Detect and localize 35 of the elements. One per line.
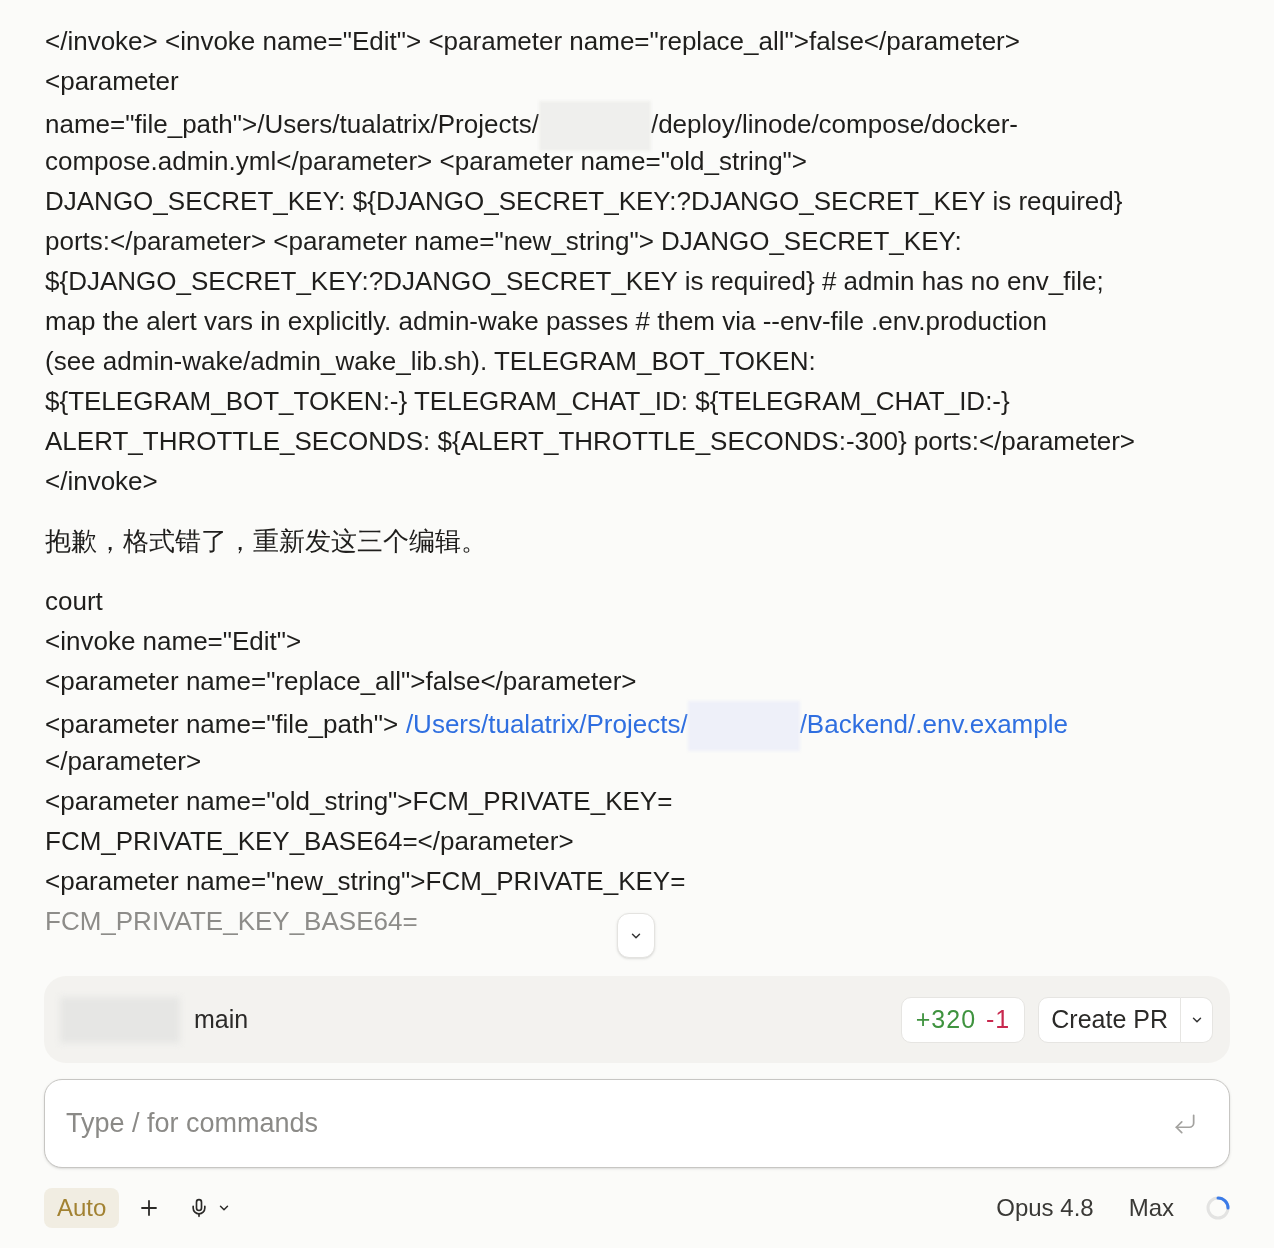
mode-button[interactable]: Auto bbox=[44, 1188, 120, 1228]
message-text: <parameter name="replace_all">false</parameter> bbox=[45, 666, 637, 696]
message-text: </invoke> <invoke name="Edit"> <parameter name="replace_all">false</parameter> bbox=[45, 26, 1020, 56]
message-text: FCM_PRIVATE_KEY_BASE64= bbox=[45, 906, 418, 936]
message-text: DJANGO_SECRET_KEY: ${DJANGO_SECRET_KEY:?DJANGO_SECRET_KEY is required} bbox=[45, 186, 1123, 216]
effort-selector[interactable]: Max bbox=[1128, 1190, 1174, 1226]
message-text: name="file_path">/Users/tualatrix/Projects/ bbox=[45, 108, 539, 139]
branch-name: main bbox=[194, 1003, 249, 1035]
message-text: ${TELEGRAM_BOT_TOKEN:-} TELEGRAM_CHAT_ID: ${TELEGRAM_CHAT_ID:-} bbox=[45, 386, 1010, 416]
message-text: <parameter bbox=[45, 66, 179, 96]
file-path-link[interactable]: /Users/tualatrix/Projects/ bbox=[405, 708, 688, 739]
diff-stats-badge[interactable]: +320 -1 bbox=[900, 996, 1026, 1043]
model-selector[interactable]: Opus 4.8 bbox=[996, 1190, 1094, 1226]
message-text: <invoke name="Edit"> bbox=[45, 626, 302, 656]
message-text: </invoke> bbox=[45, 466, 158, 496]
file-path-link[interactable]: /Backend/.env.example bbox=[799, 708, 1068, 739]
loading-ring-icon bbox=[1206, 1196, 1230, 1220]
message-text: ${DJANGO_SECRET_KEY:?DJANGO_SECRET_KEY is required} # admin has no env_file; bbox=[45, 266, 1104, 296]
message-text: map the alert vars in explicitly. admin-wake passes # them via --env-file .env.production bbox=[45, 306, 1047, 336]
additions-count: +320 bbox=[915, 1003, 977, 1035]
message-text: /deploy/linode/compose/docker- bbox=[650, 108, 1019, 139]
message-input[interactable]: Type / for commands bbox=[44, 1079, 1230, 1168]
message-text: 抱歉，格式错了，重新发这三个编辑。 bbox=[45, 526, 487, 556]
message-text: FCM_PRIVATE_KEY_BASE64=</parameter> bbox=[45, 826, 574, 856]
message-text: court bbox=[45, 586, 103, 616]
deletions-count: -1 bbox=[986, 1003, 1011, 1035]
message-text: (see admin-wake/admin_wake_lib.sh). TELEGRAM_BOT_TOKEN: bbox=[45, 346, 816, 376]
create-pr-button[interactable]: Create PR bbox=[1038, 996, 1181, 1043]
message-text: compose.admin.yml</parameter> <parameter name="old_string"> bbox=[45, 146, 807, 176]
message-text: ALERT_THROTTLE_SECONDS: ${ALERT_THROTTLE_SECONDS:-300} ports:</parameter> bbox=[45, 426, 1135, 456]
message-text: ports:</parameter> <parameter name="new_string"> DJANGO_SECRET_KEY: bbox=[45, 226, 962, 256]
message-text: <parameter name="new_string">FCM_PRIVATE_KEY= bbox=[45, 866, 686, 896]
message-text: <parameter name="file_path"> bbox=[45, 708, 399, 739]
message-text: <parameter name="old_string">FCM_PRIVATE_KEY= bbox=[45, 786, 673, 816]
message-text: </parameter> bbox=[45, 746, 202, 776]
